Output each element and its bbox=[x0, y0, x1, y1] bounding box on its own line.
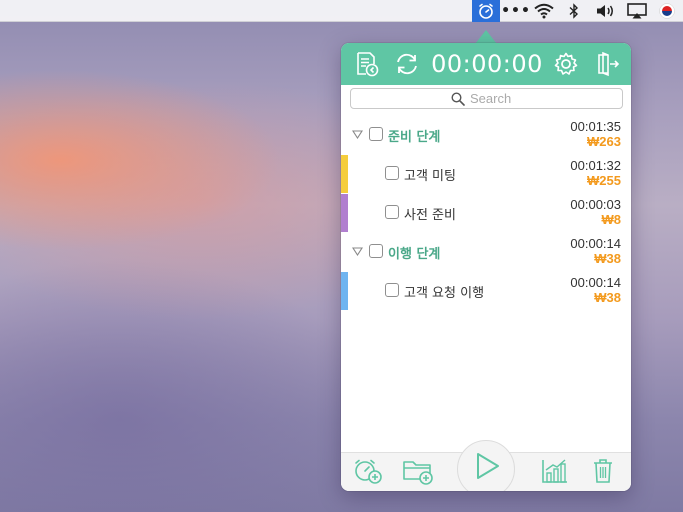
task-meta: 00:01:35 ₩263 bbox=[570, 119, 621, 149]
task-time: 00:01:35 bbox=[570, 119, 621, 134]
task-label: 고객 미팅 bbox=[404, 169, 456, 184]
task-meta: 00:01:32 ₩255 bbox=[570, 158, 621, 188]
task-meta: 00:00:14 ₩38 bbox=[570, 275, 621, 305]
task-checkbox[interactable] bbox=[369, 127, 383, 141]
volume-icon[interactable] bbox=[594, 0, 618, 22]
timer-icon[interactable] bbox=[472, 0, 500, 22]
task-cost: ₩8 bbox=[601, 212, 622, 227]
task-group-row[interactable]: 준비 단계 00:01:35 ₩263 bbox=[341, 115, 631, 154]
stats-icon[interactable] bbox=[539, 456, 571, 486]
bluetooth-icon[interactable] bbox=[566, 0, 582, 22]
disclosure-triangle-icon[interactable] bbox=[351, 245, 363, 257]
search-icon bbox=[451, 91, 465, 106]
menu-bar: ••• bbox=[0, 0, 683, 22]
total-timer: 00:00:00 bbox=[431, 50, 543, 78]
task-label: 이행 단계 bbox=[388, 247, 441, 262]
task-time: 00:00:03 bbox=[570, 197, 621, 212]
sync-icon[interactable] bbox=[393, 50, 421, 78]
trash-icon[interactable] bbox=[587, 456, 619, 486]
exit-icon[interactable] bbox=[594, 50, 622, 78]
task-cost: ₩255 bbox=[587, 173, 621, 188]
add-folder-icon[interactable] bbox=[402, 456, 434, 486]
task-row[interactable]: 고객 요청 이행 00:00:14 ₩38 bbox=[341, 271, 631, 310]
task-meta: 00:00:03 ₩8 bbox=[570, 197, 621, 227]
add-timer-icon[interactable] bbox=[352, 456, 384, 486]
toolbar: 00:00:00 bbox=[341, 43, 631, 85]
play-icon bbox=[475, 451, 501, 481]
task-label: 고객 요청 이행 bbox=[404, 286, 485, 301]
task-cost: ₩38 bbox=[594, 290, 621, 305]
play-button[interactable] bbox=[457, 440, 515, 491]
search-field[interactable] bbox=[350, 88, 623, 109]
wifi-icon[interactable] bbox=[533, 0, 555, 22]
task-time: 00:00:14 bbox=[570, 236, 621, 251]
task-label: 사전 준비 bbox=[404, 208, 456, 223]
report-icon[interactable] bbox=[353, 50, 381, 78]
task-color-bar bbox=[341, 272, 348, 310]
task-group-row[interactable]: 이행 단계 00:00:14 ₩38 bbox=[341, 232, 631, 271]
task-label: 준비 단계 bbox=[388, 130, 441, 145]
task-cost: ₩38 bbox=[594, 251, 621, 266]
task-checkbox[interactable] bbox=[385, 166, 399, 180]
timer-popover: 00:00:00 Search 준비 단계 00:01:35 ₩263 고객 미… bbox=[341, 43, 631, 491]
task-checkbox[interactable] bbox=[369, 244, 383, 258]
korea-flag-icon[interactable] bbox=[657, 0, 677, 22]
task-time: 00:00:14 bbox=[570, 275, 621, 290]
disclosure-triangle-icon[interactable] bbox=[351, 128, 363, 140]
popover-arrow bbox=[475, 30, 497, 44]
airplay-icon[interactable] bbox=[627, 0, 647, 22]
gear-icon[interactable] bbox=[552, 50, 580, 78]
task-time: 00:01:32 bbox=[570, 158, 621, 173]
search-input[interactable] bbox=[470, 91, 522, 106]
task-color-bar bbox=[341, 155, 348, 193]
task-row[interactable]: 사전 준비 00:00:03 ₩8 bbox=[341, 193, 631, 232]
task-checkbox[interactable] bbox=[385, 205, 399, 219]
task-cost: ₩263 bbox=[587, 134, 621, 149]
more-dots-icon[interactable]: ••• bbox=[501, 0, 530, 22]
task-color-bar bbox=[341, 194, 348, 232]
task-meta: 00:00:14 ₩38 bbox=[570, 236, 621, 266]
task-checkbox[interactable] bbox=[385, 283, 399, 297]
task-row[interactable]: 고객 미팅 00:01:32 ₩255 bbox=[341, 154, 631, 193]
